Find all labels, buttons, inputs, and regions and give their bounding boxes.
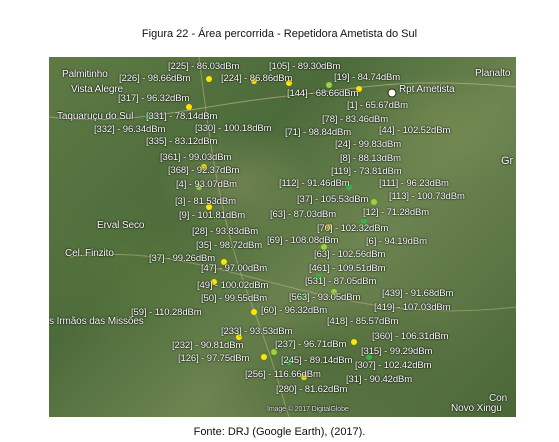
reading-label: [1] - 65.67dBm [347,100,408,111]
reading-label: [63] - 87.03dBm [270,209,337,220]
reading-label: [4] - 93.07dBm [176,179,237,190]
reading-label: [332] - 96.34dBm [94,124,166,135]
figure-source: Fonte: DRJ (Google Earth), (2017). [193,426,366,438]
reading-label: [226] - 98.66dBm [119,73,191,84]
reading-label: [6] - 94.19dBm [366,236,427,247]
repeater-icon[interactable] [387,88,397,98]
reading-label: [49] - 100.02dBm [197,280,269,291]
reading-label: [224] - 86.86dBm [221,73,293,84]
reading-label: [237] - 96.71dBm [275,339,347,350]
figure-title: Figura 22 - Área percorrida - Repetidora… [141,28,418,40]
reading-label: [105] - 89.30dBm [269,61,341,72]
reading-label: [50] - 99.55dBm [201,293,268,304]
reading-label: [3] - 81.53dBm [175,196,236,207]
reading-label: [563] - 93.05dBm [289,292,361,303]
reading-label: [335] - 83.12dBm [146,136,218,147]
reading-label: [361] - 99.03dBm [160,152,232,163]
reading-label: [461] - 109.51dBm [309,263,386,274]
reading-label: [60] - 96.32dBm [261,305,328,316]
reading-label: [78] - 83.46dBm [322,114,389,125]
reading-label: [232] - 90.81dBm [172,340,244,351]
reading-label: [8] - 88.13dBm [340,153,401,164]
reading-label: [368] - 92.37dBm [168,165,240,176]
reading-label: [28] - 93.83dBm [192,226,259,237]
reading-label: [69] - 108.08dBm [267,235,339,246]
reading-label: [331] - 78.14dBm [146,111,218,122]
reading-label: [24] - 99.83dBm [335,139,402,150]
reading-label: [12] - 71.28dBm [363,207,430,218]
reading-label: [317] - 96.32dBm [118,93,190,104]
reading-label: [439] - 91.68dBm [382,288,454,299]
city-label: s Irmãos das Missões [49,316,144,327]
reading-label: [144] - 68.66dBm [287,88,359,99]
reading-label: [531] - 87.05dBm [305,276,377,287]
reading-label: [330] - 100.18dBm [195,123,272,134]
reading-label: [31] - 90.42dBm [346,374,413,385]
reading-label: [113] - 100.73dBm [389,191,465,202]
city-label: Con [489,393,508,404]
city-label: Cel. Finzito [65,248,114,259]
reading-label: [233] - 93.53dBm [221,326,293,337]
map-attribution: Image © 2017 DigitalGlobe [267,406,349,413]
reading-label: [70] - 102.32dBm [317,223,389,234]
reading-label: [71] - 98.84dBm [285,127,352,138]
reading-label: [225] - 86.03dBm [168,61,240,72]
reading-label: [47] - 97.00dBm [201,263,268,274]
city-label: Novo Xingu [451,403,502,414]
reading-label: [315] - 99.29dBm [361,346,433,357]
reading-label: [419] - 107.03dBm [374,302,451,313]
reading-label: [307] - 102.42dBm [355,360,432,371]
reading-label: [35] - 98.72dBm [196,240,263,251]
reading-label: [245] - 89.14dBm [281,355,353,366]
reading-label: [111] - 96.23dBm [379,178,449,189]
reading-label: [19] - 84.74dBm [334,72,401,83]
city-label: Rpt Ametista [399,84,455,95]
reading-label: [59] - 110.28dBm [131,307,202,318]
city-label: Planalto [475,68,511,79]
city-label: Gr [501,155,514,167]
city-label: Vista Alegre [71,84,123,95]
city-label: Palmitinho [62,69,108,80]
city-label: Taquaruçu do Sul [57,111,134,122]
city-label: Erval Seco [97,220,145,231]
reading-label: [112] - 91.46dBm [279,178,350,189]
reading-label: [418] - 85.57dBm [327,316,399,327]
reading-label: [44] - 102.52dBm [379,125,451,136]
satellite-map[interactable]: Palmitinho Vista Alegre Taquaruçu do Sul… [49,57,516,417]
reading-label: [37] - 105.53dBm [297,194,369,205]
reading-label: [126] - 97.75dBm [178,353,250,364]
reading-label: [360] - 106.31dBm [372,331,449,342]
reading-label: [119] - 73.81dBm [331,166,402,177]
reading-label: [9] - 101.81dBm [179,210,246,221]
reading-label: [63] - 102.56dBm [314,249,386,260]
reading-label: [280] - 81.62dBm [276,384,348,395]
reading-label: [256] - 116.66dBm [245,369,321,380]
